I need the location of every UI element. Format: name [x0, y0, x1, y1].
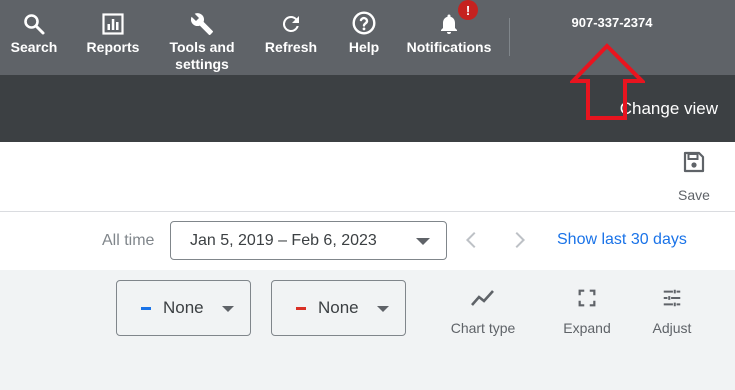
dropdown-caret-icon: [416, 238, 430, 245]
customer-id: 907-337-2374: [571, 15, 653, 30]
nav-tools-label: Tools and settings: [169, 39, 235, 72]
save-button[interactable]: Save: [672, 150, 716, 206]
nav-refresh[interactable]: Refresh: [262, 0, 320, 75]
tune-icon: [660, 287, 684, 314]
dropdown-caret-icon: [377, 306, 389, 312]
chevron-right-icon[interactable]: [508, 229, 530, 251]
expand-button[interactable]: Expand: [558, 287, 616, 336]
wrench-icon: [190, 0, 214, 36]
date-range-selector[interactable]: Jan 5, 2019 – Feb 6, 2023: [170, 221, 447, 260]
all-time-label: All time: [102, 232, 155, 249]
dropdown-caret-icon: [222, 306, 234, 312]
fullscreen-icon: [576, 287, 598, 314]
bell-icon: !: [437, 0, 478, 36]
nav-search[interactable]: Search: [8, 0, 60, 75]
nav-refresh-label: Refresh: [264, 39, 318, 55]
search-icon: [22, 0, 46, 36]
toolbar-divider: [0, 211, 735, 212]
save-icon: [682, 150, 706, 179]
metric1-color-swatch: [141, 306, 151, 310]
nav-help[interactable]: Help: [344, 0, 384, 75]
expand-label: Expand: [563, 320, 611, 336]
help-icon: [351, 0, 377, 36]
nav-tools-and-settings[interactable]: Tools and settings: [161, 0, 243, 75]
adjust-button[interactable]: Adjust: [647, 287, 697, 336]
notification-badge: !: [458, 0, 478, 20]
nav-reports[interactable]: Reports: [84, 0, 142, 75]
nav-search-label: Search: [10, 39, 58, 55]
red-arrow-annotation: [570, 43, 645, 120]
metric1-label: None: [163, 298, 204, 317]
show-last-30-days-button[interactable]: Show last 30 days: [557, 231, 687, 249]
line-chart-icon: [470, 287, 496, 314]
metric-selector-2[interactable]: None: [271, 280, 406, 336]
metric2-color-swatch: [296, 306, 306, 310]
metric-selector-1[interactable]: None: [116, 280, 251, 336]
nav-notifications[interactable]: ! Notifications: [403, 0, 495, 75]
refresh-icon: [279, 0, 303, 36]
nav-divider: [509, 18, 510, 56]
chart-type-button[interactable]: Chart type: [447, 287, 519, 336]
chevron-left-icon[interactable]: [461, 229, 483, 251]
reports-icon: [101, 0, 125, 36]
save-label: Save: [678, 187, 710, 203]
chart-type-label: Chart type: [450, 320, 516, 336]
nav-help-label: Help: [348, 39, 380, 55]
date-range-value: Jan 5, 2019 – Feb 6, 2023: [190, 231, 377, 249]
nav-notifications-label: Notifications: [406, 39, 492, 55]
nav-reports-label: Reports: [86, 39, 140, 55]
adjust-label: Adjust: [652, 320, 692, 336]
metric2-label: None: [318, 298, 359, 317]
